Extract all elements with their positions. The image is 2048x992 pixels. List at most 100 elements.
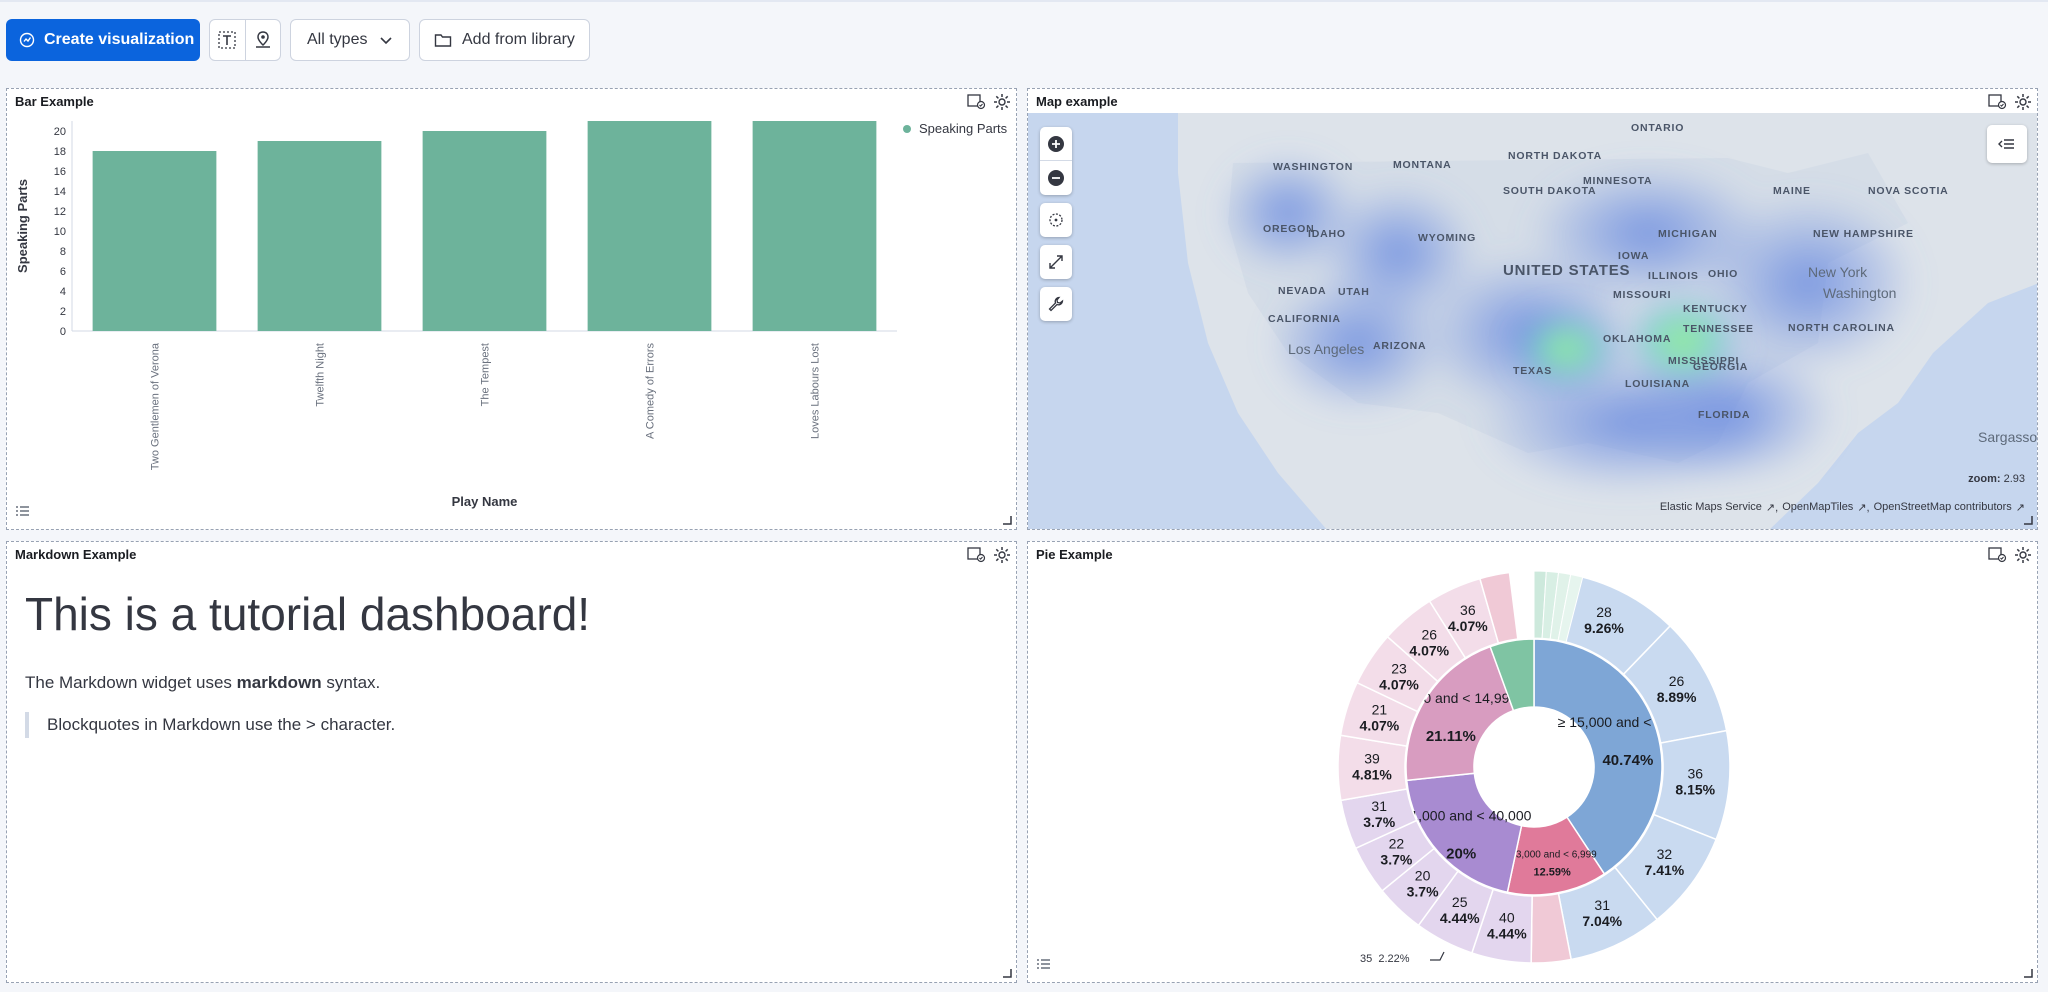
pie-outer-pct: 4.07% <box>1448 618 1488 634</box>
panel-title: Markdown Example <box>15 547 137 562</box>
legend-swatch <box>903 125 911 133</box>
pie-inner-label: ≥ 3,000 and < 6,999 <box>1508 849 1598 860</box>
legend-toggle-button[interactable] <box>15 504 31 523</box>
x-tick-label: The Tempest <box>480 343 492 406</box>
map-place-label: UNITED STATES <box>1503 262 1630 279</box>
markdown-example-panel: Markdown Example This is a tutorial dash… <box>6 541 1017 983</box>
y-axis-title: Speaking Parts <box>15 179 30 273</box>
map-place-label: MAINE <box>1773 185 1811 197</box>
pie-outer-label: 32 <box>1657 846 1673 862</box>
map-place-label: Washington <box>1823 285 1896 301</box>
map-controls <box>1040 127 1072 321</box>
y-tick-label: 2 <box>60 306 66 318</box>
attribution-link[interactable]: OpenMapTiles <box>1782 501 1853 514</box>
pie-outer-label: 23 <box>1391 660 1407 676</box>
pie-outer-pct: 8.89% <box>1657 689 1697 705</box>
external-link-icon: ↗ <box>2015 502 2025 514</box>
visualize-app-icon <box>19 32 35 48</box>
bar <box>422 131 547 331</box>
map-place-label: TEXAS <box>1513 365 1552 377</box>
pie-outer-label: 25 <box>1452 894 1468 910</box>
resize-handle-icon[interactable] <box>1002 515 1012 525</box>
pie-outer-pct: 3.7% <box>1407 884 1439 900</box>
fit-to-data-button[interactable] <box>1040 245 1072 279</box>
pie-outer-label: 26 <box>1421 626 1437 642</box>
x-tick-label: A Comedy of Errors <box>645 343 657 439</box>
add-from-library-button[interactable]: Add from library <box>419 19 590 61</box>
pie-outer-pct: 7.04% <box>1582 913 1622 929</box>
map-canvas[interactable]: ONTARIOWASHINGTON MONTANANORTH DAKOTAMINN… <box>1028 113 2038 530</box>
quick-add-group <box>209 19 281 61</box>
folder-icon <box>434 34 452 47</box>
pie-inner-pct: 21.11% <box>1426 728 1476 745</box>
map-place-label: OKLAHOMA <box>1603 333 1671 345</box>
map-place-label: NOVA SCOTIA <box>1868 185 1949 197</box>
bar <box>92 151 217 331</box>
y-tick-label: 4 <box>60 286 66 298</box>
bar <box>587 121 712 331</box>
map-place-label: FLORIDA <box>1698 409 1750 421</box>
blockquote-text: Blockquotes in Markdown use the > charac… <box>47 715 396 734</box>
layer-control-button[interactable] <box>1987 125 2027 163</box>
zoom-readout: zoom: 2.93 <box>1968 473 2025 485</box>
pie-outer-pct: 4.07% <box>1360 718 1400 734</box>
map-place-label: NORTH DAKOTA <box>1508 150 1602 162</box>
markdown-paragraph: The Markdown widget uses markdown syntax… <box>25 673 380 693</box>
create-visualization-button[interactable]: Create visualization <box>6 19 200 61</box>
pie-inner-pct: 12.59% <box>1533 866 1571 878</box>
map-marker-icon <box>255 31 270 48</box>
attribution-link[interactable]: OpenStreetMap contributors <box>1874 501 2012 514</box>
pie-inner-pct: 20% <box>1446 846 1476 863</box>
map-place-label: ONTARIO <box>1631 122 1684 134</box>
pie-inner-pct: 40.74% <box>1602 752 1653 769</box>
tools-button[interactable] <box>1040 287 1072 321</box>
external-link-icon: ↗, <box>1765 502 1779 514</box>
pie-bottom-label: 35 2.22% <box>1360 953 1410 965</box>
map-place-label: WYOMING <box>1418 232 1476 244</box>
x-axis-title: Play Name <box>452 494 518 509</box>
create-visualization-label: Create visualization <box>44 31 195 48</box>
map-place-label: Sargasso Sea <box>1978 429 2038 445</box>
panel-badge-icon[interactable] <box>1987 92 2007 110</box>
pie-outer-label: 31 <box>1371 798 1387 814</box>
map-place-label: NORTH CAROLINA <box>1788 322 1895 334</box>
pie-outer-label: 20 <box>1415 868 1431 884</box>
pie-outer-label: 31 <box>1594 897 1610 913</box>
map-place-label: LOUISIANA <box>1625 378 1690 390</box>
resize-handle-icon[interactable] <box>2023 515 2033 525</box>
x-tick-label: Two Gentlemen of Verona <box>150 342 162 470</box>
pie-outer-pct: 8.15% <box>1675 781 1715 797</box>
gear-icon[interactable] <box>992 545 1012 565</box>
paragraph-text: The Markdown widget uses <box>25 673 237 692</box>
add-text-button[interactable] <box>210 20 245 60</box>
gear-icon[interactable] <box>2013 92 2033 112</box>
markdown-blockquote: Blockquotes in Markdown use the > charac… <box>25 712 395 738</box>
y-tick-label: 6 <box>60 266 66 278</box>
zoom-out-button[interactable] <box>1040 161 1072 195</box>
map-place-label: New York <box>1808 264 1868 280</box>
attribution-link[interactable]: Elastic Maps Service <box>1660 501 1762 514</box>
pie-chart: ≥ 15,000 and < 30,99940.74%≥ 3,000 and <… <box>1337 570 1731 964</box>
add-map-button[interactable] <box>244 20 281 60</box>
y-tick-label: 10 <box>54 226 66 238</box>
pie-outer-pct: 9.26% <box>1584 620 1624 636</box>
y-tick-label: 16 <box>54 166 66 178</box>
pie-outer-label: 40 <box>1499 910 1515 926</box>
map-place-label: UTAH <box>1338 286 1370 298</box>
menu-left-icon <box>1998 139 2014 149</box>
panel-badge-icon[interactable] <box>966 545 986 563</box>
legend-toggle-button[interactable] <box>1036 957 1052 976</box>
map-place-label: SOUTH DAKOTA <box>1503 185 1596 197</box>
bar-chart: 0 2 4 6 8 10 12 14 16 18 20 Two Gentlemen of Verona… <box>15 121 1008 509</box>
pie-outer-pct: 4.81% <box>1352 767 1392 783</box>
x-tick-label: Loves Labours Lost <box>810 343 822 439</box>
resize-handle-icon[interactable] <box>1002 968 1012 978</box>
resize-handle-icon[interactable] <box>2023 968 2033 978</box>
all-types-dropdown[interactable]: All types <box>290 19 410 61</box>
y-tick-label: 14 <box>54 186 66 198</box>
locate-button[interactable] <box>1040 203 1072 237</box>
y-tick-label: 20 <box>54 126 66 138</box>
zoom-in-button[interactable] <box>1040 127 1072 161</box>
pie-outer-label: 28 <box>1596 604 1612 620</box>
map-place-label: ILLINOIS <box>1648 270 1699 282</box>
